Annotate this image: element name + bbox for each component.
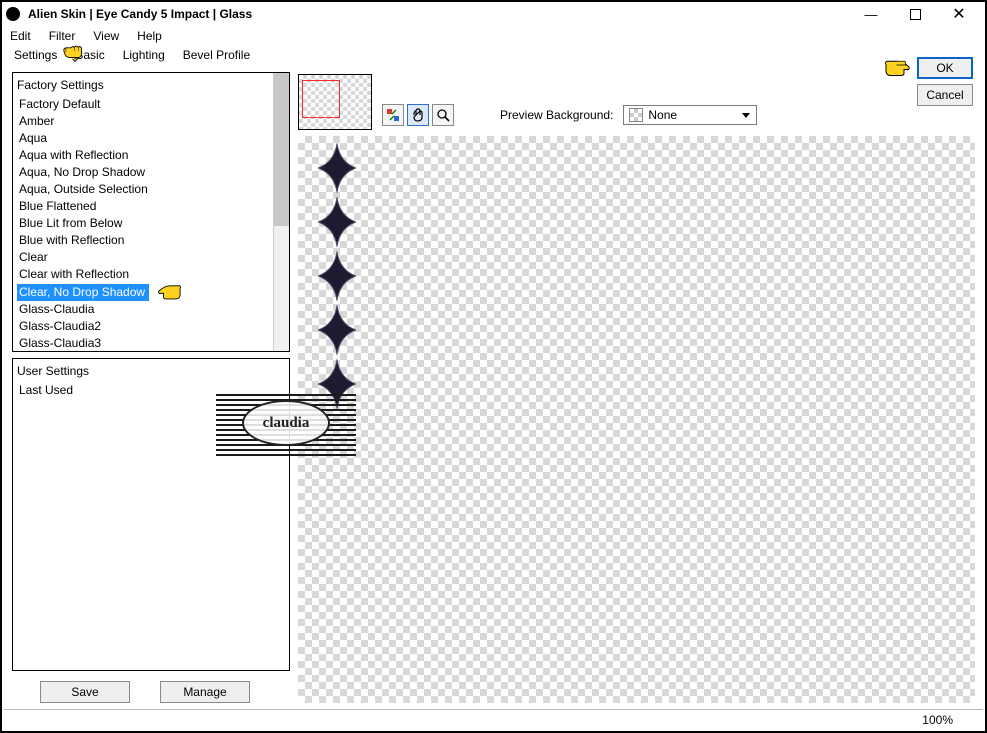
preview-bg-label: Preview Background: bbox=[500, 108, 613, 122]
zoom-level: 100% bbox=[922, 713, 953, 727]
preview-bg-select[interactable]: None bbox=[623, 105, 757, 125]
menu-filter[interactable]: Filter bbox=[49, 29, 76, 43]
list-item[interactable]: Blue Lit from Below bbox=[17, 215, 285, 232]
pointer-hand-icon bbox=[62, 44, 88, 62]
preview-bg-value: None bbox=[648, 108, 677, 122]
tab-lighting[interactable]: Lighting bbox=[121, 46, 167, 65]
minimize-button[interactable]: — bbox=[849, 3, 893, 25]
list-item[interactable]: Glass-Claudia2 bbox=[17, 318, 285, 335]
list-item-selected[interactable]: Clear, No Drop Shadow bbox=[17, 284, 149, 301]
zoom-tool-button[interactable] bbox=[432, 104, 454, 126]
right-panel: Preview Background: None bbox=[298, 72, 975, 703]
window-title: Alien Skin | Eye Candy 5 Impact | Glass bbox=[28, 7, 849, 21]
list-item[interactable]: Blue Flattened bbox=[17, 198, 285, 215]
close-button[interactable]: ✕ bbox=[937, 3, 981, 25]
list-item[interactable]: Blue with Reflection bbox=[17, 232, 285, 249]
factory-settings-list[interactable]: Factory Settings Factory Default Amber A… bbox=[12, 72, 290, 352]
preview-shape bbox=[318, 142, 356, 194]
app-icon bbox=[6, 7, 20, 21]
list-item[interactable]: Aqua, No Drop Shadow bbox=[17, 164, 285, 181]
pointer-hand-icon bbox=[883, 58, 913, 78]
list-item[interactable]: Aqua bbox=[17, 130, 285, 147]
menu-bar: Edit Filter View Help bbox=[2, 26, 985, 46]
tab-strip: Settings Basic Lighting Bevel Profile bbox=[2, 46, 985, 66]
menu-edit[interactable]: Edit bbox=[10, 29, 31, 43]
factory-heading: Factory Settings bbox=[17, 77, 285, 94]
left-panel: Factory Settings Factory Default Amber A… bbox=[12, 72, 290, 703]
list-item[interactable]: Aqua with Reflection bbox=[17, 147, 285, 164]
toggle-preview-button[interactable] bbox=[382, 104, 404, 126]
list-item[interactable]: Clear with Reflection bbox=[17, 266, 285, 283]
menu-view[interactable]: View bbox=[93, 29, 119, 43]
user-heading: User Settings bbox=[17, 363, 285, 380]
list-item[interactable]: Glass-Claudia3 bbox=[17, 335, 285, 352]
transparency-swatch-icon bbox=[629, 108, 643, 122]
list-item[interactable]: Glass-Claudia bbox=[17, 301, 285, 318]
preview-tools bbox=[382, 104, 454, 126]
preview-controls: Preview Background: None bbox=[298, 72, 975, 132]
hand-tool-button[interactable] bbox=[407, 104, 429, 126]
tab-settings[interactable]: Settings bbox=[12, 46, 59, 65]
maximize-button[interactable] bbox=[893, 3, 937, 25]
manage-button[interactable]: Manage bbox=[160, 681, 250, 703]
save-button[interactable]: Save bbox=[40, 681, 130, 703]
main-content: Factory Settings Factory Default Amber A… bbox=[2, 66, 985, 709]
navigator-viewport[interactable] bbox=[302, 80, 340, 118]
list-item[interactable]: Amber bbox=[17, 113, 285, 130]
navigator-thumbnail[interactable] bbox=[298, 74, 372, 130]
list-item[interactable]: Factory Default bbox=[17, 96, 285, 113]
list-item[interactable]: Aqua, Outside Selection bbox=[17, 181, 285, 198]
menu-help[interactable]: Help bbox=[137, 29, 162, 43]
status-bar: 100% bbox=[4, 709, 983, 729]
list-item[interactable]: Clear bbox=[17, 249, 285, 266]
settings-buttons: Save Manage bbox=[12, 677, 290, 703]
watermark: claudia bbox=[216, 394, 356, 456]
window-controls: — ✕ bbox=[849, 3, 981, 25]
tab-bevel-profile[interactable]: Bevel Profile bbox=[181, 46, 252, 65]
title-bar: Alien Skin | Eye Candy 5 Impact | Glass … bbox=[2, 2, 985, 26]
preview-shape bbox=[318, 304, 356, 356]
scrollbar[interactable] bbox=[273, 73, 289, 351]
watermark-text: claudia bbox=[242, 400, 330, 446]
scroll-thumb[interactable] bbox=[274, 73, 289, 226]
pointer-hand-icon bbox=[155, 283, 183, 301]
preview-shape bbox=[318, 196, 356, 248]
preview-shape bbox=[318, 250, 356, 302]
preview-canvas[interactable] bbox=[298, 136, 975, 703]
